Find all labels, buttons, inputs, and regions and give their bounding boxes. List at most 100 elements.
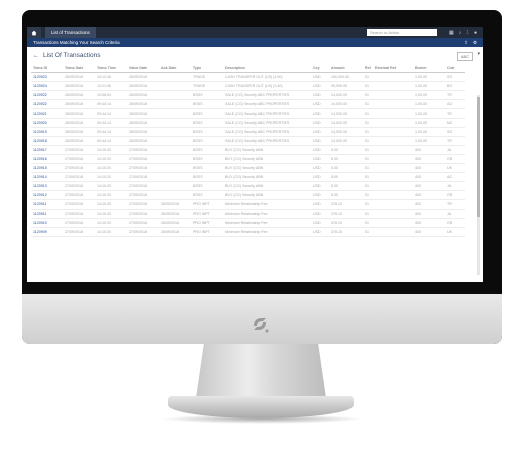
transaction-id-link[interactable]: 1120912 xyxy=(31,190,63,201)
user-icon[interactable]: ● xyxy=(474,30,477,36)
table-cell: 400 xyxy=(413,163,445,174)
column-header[interactable]: Type xyxy=(191,64,223,74)
table-cell: 28/09/2018 xyxy=(127,81,159,92)
table-row[interactable]: 1120909 27/09/2018 14:10:20 27/09/2018 26/09… xyxy=(31,227,465,237)
transaction-id-link[interactable]: 1120923 xyxy=(31,72,63,83)
table-row[interactable]: 1120922 28/09/2018 09:44:14 28/09/2018 BSSS S… xyxy=(31,99,465,110)
more-options-icon[interactable]: ▾ xyxy=(477,51,480,57)
table-cell xyxy=(373,199,413,210)
column-header[interactable]: Cntr xyxy=(445,64,465,74)
table-row[interactable]: 1120921 28/09/2018 09:44:14 28/09/2018 BSSS S… xyxy=(31,108,465,119)
tab-list-of-transactions[interactable]: List of Transactions xyxy=(45,27,96,38)
column-header[interactable]: Amount xyxy=(329,64,363,74)
transaction-id-link[interactable]: 1120919 xyxy=(31,127,63,137)
table-cell xyxy=(373,81,413,92)
table-cell: USD xyxy=(311,118,329,128)
notification-badge[interactable]: 1 xyxy=(466,30,469,36)
sub-header: Transactions Matching Your Search Criter… xyxy=(27,38,483,47)
transaction-id-link[interactable]: 1120910 xyxy=(31,218,63,228)
table-cell: BSSS xyxy=(191,172,223,183)
table-row[interactable]: 1120912 27/09/2018 14:10:20 27/09/2018 BSSS B… xyxy=(31,190,465,201)
table-row[interactable]: 1120923 28/09/2018 13:12:26 28/09/2018 TRADE… xyxy=(31,72,465,83)
search-input[interactable]: Search or Action xyxy=(367,29,437,36)
table-row[interactable]: 1120918 28/09/2018 09:44:14 28/09/2018 BSSS S… xyxy=(31,136,465,146)
transaction-id-link[interactable]: 1120922 xyxy=(31,99,63,110)
share-icon[interactable]: ⇪ xyxy=(464,38,468,47)
table-row[interactable]: 1120920 28/09/2018 09:44:14 28/09/2018 BSSS S… xyxy=(31,118,465,128)
table-cell: 1,00,00 xyxy=(413,108,445,119)
table-cell: 26/09/2018 xyxy=(159,227,191,237)
table-cell: BSSS xyxy=(191,108,223,119)
table-cell xyxy=(373,72,413,83)
table-cell: 100,000.00 xyxy=(329,72,363,83)
table-cell xyxy=(159,118,191,128)
table-cell: MZ xyxy=(445,118,465,128)
transaction-id-link[interactable]: 1120922 xyxy=(31,90,63,101)
table-cell: USD xyxy=(311,172,329,183)
table-row[interactable]: 1120910 27/09/2018 14:10:20 27/09/2018 26/09… xyxy=(31,218,465,228)
table-cell: USD xyxy=(311,72,329,83)
transaction-id-link[interactable]: 1120916 xyxy=(31,154,63,165)
column-header[interactable]: Trans Date xyxy=(63,64,95,74)
home-button[interactable] xyxy=(27,27,41,38)
transaction-id-link[interactable]: 1120911 xyxy=(31,209,63,219)
table-row[interactable]: 1120914 27/09/2018 14:10:20 27/09/2018 BSSS B… xyxy=(31,172,465,183)
table-cell xyxy=(159,181,191,192)
scrollbar-thumb[interactable] xyxy=(477,97,480,217)
transaction-id-link[interactable]: 1120911 xyxy=(31,199,63,210)
table-row[interactable]: 1120924 28/09/2018 13:21:06 28/09/2018 TRADE… xyxy=(31,81,465,92)
table-row[interactable]: 1120922 28/09/2018 10:58:04 28/09/2018 BSSS S… xyxy=(31,90,465,101)
table-row[interactable]: 1120915 27/09/2018 14:10:20 27/09/2018 BSSS B… xyxy=(31,163,465,174)
table-cell: 27/09/2018 xyxy=(127,218,159,228)
table-cell: BSSS xyxy=(191,136,223,146)
column-header[interactable]: Description xyxy=(223,64,311,74)
vertical-scrollbar[interactable] xyxy=(477,95,480,275)
transaction-id-link[interactable]: 1120920 xyxy=(31,118,63,128)
table-cell: 01 xyxy=(363,154,373,165)
column-header[interactable]: Ref xyxy=(363,64,373,74)
table-cell: BUY (CG) Security ABN xyxy=(223,181,311,192)
view-menu-button[interactable]: ABC xyxy=(457,52,473,61)
back-arrow-icon[interactable]: ← xyxy=(33,53,39,59)
table-cell: 01 xyxy=(363,72,373,83)
settings-icon[interactable]: ⚙ xyxy=(473,38,477,47)
app-screen: List of Transactions Search or Action ▦ … xyxy=(27,27,483,282)
table-cell: 14:10:20 xyxy=(95,145,127,155)
table-cell: BUY (CG) Security ABN xyxy=(223,154,311,165)
transaction-id-link[interactable]: 1120913 xyxy=(31,181,63,192)
table-cell: TR xyxy=(445,199,465,210)
column-header[interactable]: Trans ID xyxy=(31,64,63,74)
table-cell: 10:58:04 xyxy=(95,90,127,101)
table-cell: 1,00,00 xyxy=(413,81,445,92)
table-cell: BUY (CG) Security ABN xyxy=(223,190,311,201)
table-cell: TRADE xyxy=(191,72,223,83)
table-row[interactable]: 1120911 27/09/2018 14:10:20 27/09/2018 26/09… xyxy=(31,209,465,219)
transaction-id-link[interactable]: 1120914 xyxy=(31,172,63,183)
transaction-id-link[interactable]: 1120918 xyxy=(31,136,63,146)
column-header[interactable]: Trans Time xyxy=(95,64,127,74)
table-row[interactable]: 1120917 27/09/2018 14:10:20 27/09/2018 BSSS B… xyxy=(31,145,465,155)
table-cell: 27/09/2018 xyxy=(127,209,159,219)
column-header[interactable]: Ccy xyxy=(311,64,329,74)
table-row[interactable]: 1120913 27/09/2018 14:10:20 27/09/2018 BSSS B… xyxy=(31,181,465,192)
table-cell xyxy=(159,163,191,174)
transaction-id-link[interactable]: 1120909 xyxy=(31,227,63,237)
column-header[interactable]: Broker xyxy=(413,64,445,74)
column-header[interactable]: Ack Date xyxy=(159,64,191,74)
transaction-id-link[interactable]: 1120915 xyxy=(31,163,63,174)
grid-icon[interactable]: ▦ xyxy=(449,30,454,36)
table-cell: 27/09/2018 xyxy=(127,172,159,183)
transaction-id-link[interactable]: 1120917 xyxy=(31,145,63,155)
table-cell: JA xyxy=(445,145,465,155)
table-row[interactable]: 1120911 27/09/2018 14:10:20 27/09/2018 26/09… xyxy=(31,199,465,210)
column-header[interactable]: Value Date xyxy=(127,64,159,74)
column-header[interactable]: External Ref xyxy=(373,64,413,74)
transaction-id-link[interactable]: 1120921 xyxy=(31,108,63,119)
app-top-bar: List of Transactions Search or Action ▦ … xyxy=(27,27,483,38)
transaction-id-link[interactable]: 1120924 xyxy=(31,81,63,92)
table-row[interactable]: 1120916 27/09/2018 14:10:20 27/09/2018 BSSS B… xyxy=(31,154,465,165)
table-cell: UK xyxy=(445,163,465,174)
bell-icon[interactable]: ♪ xyxy=(459,30,462,36)
table-cell: SALE (CG) Security ABC PROPERTIES xyxy=(223,108,311,119)
table-row[interactable]: 1120919 28/09/2018 09:44:14 28/09/2018 BSSS S… xyxy=(31,127,465,137)
